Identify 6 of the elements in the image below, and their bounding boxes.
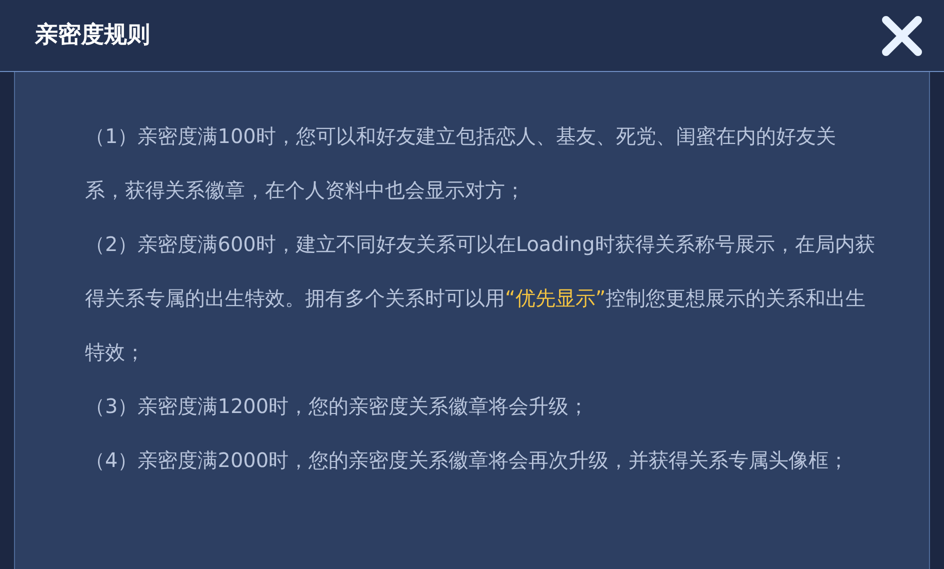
close-icon[interactable] [880,14,924,58]
rule-text: （2）亲密度满600时，建立不同好友关系可以在Loading时获得关系称号展示，在局内获得关系专属的出生特效。拥有多个关系时可以用“优先显示”控制您更想展示的关系和出生特效； [85,231,875,366]
rule-text: （3）亲密度满1200时，您的亲密度关系徽章将会升级； [85,393,590,420]
dialog-title: 亲密度规则 [35,21,150,50]
rule-text: （1）亲密度满100时，您可以和好友建立包括恋人、基友、死党、闺蜜在内的好友关系，获得关系徽章，在个人资料中也会显示对方； [85,123,837,204]
rule-text: （4）亲密度满2000时，您的亲密度关系徽章将会再次升级，并获得关系专属头像框； [85,447,850,474]
